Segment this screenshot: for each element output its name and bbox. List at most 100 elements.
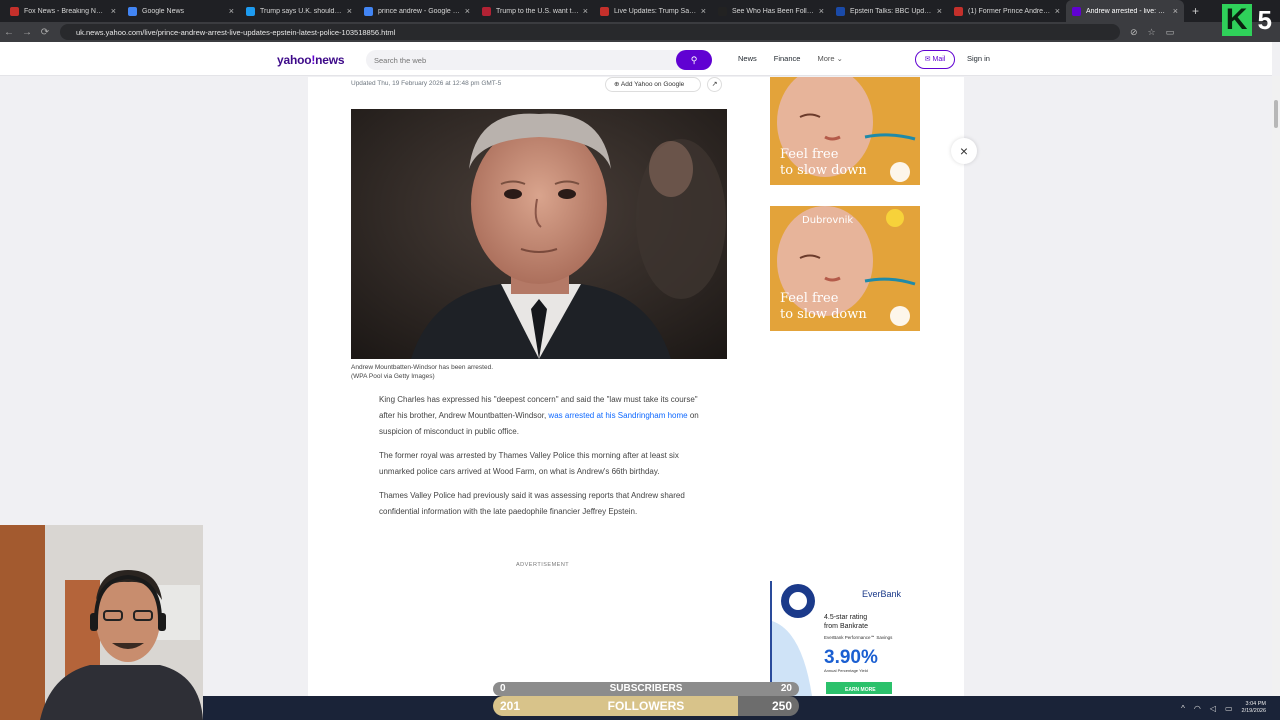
- tab-close-icon[interactable]: ×: [583, 6, 588, 16]
- subscribers-goal: 20: [780, 683, 792, 694]
- article-body: King Charles has expressed his "deepest …: [379, 392, 709, 528]
- browser-tab[interactable]: (1) Former Prince Andrew Arr ×: [948, 0, 1066, 22]
- sidepanel-icon[interactable]: ▭: [1166, 27, 1175, 38]
- tab-close-icon[interactable]: ×: [111, 6, 116, 16]
- volume-icon[interactable]: ◁: [1210, 704, 1216, 713]
- scrollbar-thumb[interactable]: [1274, 100, 1278, 128]
- system-tray: ^ ◠ ◁ ▭ 3:04 PM 2/19/2026: [1181, 701, 1266, 715]
- mail-label: Mail: [932, 56, 946, 63]
- photo-caption: Andrew Mountbatten-Windsor has been arre…: [351, 363, 493, 381]
- tray-chevron-icon[interactable]: ^: [1181, 704, 1185, 713]
- subscribers-goal-bar: 0 SUBSCRIBERS 20: [493, 682, 799, 696]
- browser-tab[interactable]: Fox News - Breaking News Updates ×: [4, 0, 122, 22]
- followers-label: FOLLOWERS: [607, 699, 685, 713]
- tab-favicon-icon: [128, 6, 137, 16]
- nav-news[interactable]: News: [738, 54, 757, 63]
- wifi-icon[interactable]: ◠: [1194, 704, 1201, 713]
- tab-close-icon[interactable]: ×: [465, 6, 470, 16]
- advertisement-label: ADVERTISEMENT: [516, 562, 570, 568]
- everbank-ad-art: EverBank 4.5-star rating from Bankrate E…: [772, 581, 920, 696]
- article-column: Updated Thu, 19 February 2026 at 12:48 p…: [308, 77, 964, 696]
- dubrovnik-ad-1[interactable]: Feel free to slow down: [770, 77, 920, 185]
- tab-favicon-icon: [600, 6, 609, 16]
- subscribers-label: SUBSCRIBERS: [609, 683, 683, 694]
- battery-icon[interactable]: ▭: [1225, 704, 1233, 713]
- browser-tab[interactable]: Andrew arrested - live: King's ob ×: [1066, 0, 1184, 22]
- tab-favicon-icon: [364, 6, 373, 16]
- yahoo-header: yahoo!news ⚲ News Finance More ⌄ ✉ Mail …: [0, 42, 1272, 76]
- paragraph-2: The former royal was arrested by Thames …: [379, 451, 679, 476]
- add-yahoo-on-google-button[interactable]: ⊕ Add Yahoo on Google: [605, 77, 701, 92]
- search-input[interactable]: [366, 50, 666, 71]
- share-button[interactable]: ↗: [707, 77, 722, 92]
- bookmark-star-icon[interactable]: ☆: [1148, 27, 1156, 38]
- ad2-line1: Feel free: [780, 291, 839, 306]
- share-icon: ↗: [711, 81, 718, 88]
- search-box: ⚲: [366, 50, 712, 71]
- tab-close-icon[interactable]: ×: [1055, 6, 1060, 16]
- search-button[interactable]: ⚲: [676, 50, 712, 70]
- site-settings-icon[interactable]: ⊘: [1130, 27, 1138, 38]
- address-bar-row: ← → ⟳ uk.news.yahoo.com/live/prince-andr…: [0, 22, 1280, 42]
- close-ad-button[interactable]: ×: [951, 138, 977, 164]
- browser-tab[interactable]: Live Updates: Trump Says U.S. ×: [594, 0, 712, 22]
- browser-tab[interactable]: See Who Has Been Followed ×: [712, 0, 830, 22]
- browser-tab[interactable]: Trump says U.K. should be fine ×: [240, 0, 358, 22]
- sign-in-link[interactable]: Sign in: [967, 54, 990, 63]
- nav-finance[interactable]: Finance: [774, 54, 801, 63]
- ad2-brand: Dubrovnik: [802, 215, 853, 226]
- tab-favicon-icon: [10, 6, 19, 16]
- back-button[interactable]: ←: [0, 27, 18, 38]
- tab-close-icon[interactable]: ×: [701, 6, 706, 16]
- followers-goal: 250: [771, 699, 792, 713]
- close-icon: ×: [959, 143, 969, 159]
- dubrovnik-ad-2[interactable]: Dubrovnik Feel free to slow down: [770, 206, 920, 331]
- everbank-brand: EverBank: [862, 589, 902, 599]
- reload-button[interactable]: ⟳: [36, 27, 54, 38]
- url-field[interactable]: uk.news.yahoo.com/live/prince-andrew-arr…: [60, 24, 1120, 40]
- yahoo-news-logo[interactable]: yahoo!news: [277, 53, 345, 67]
- browser-tab-strip: Fox News - Breaking News Updates×Google …: [0, 0, 1280, 22]
- tab-close-icon[interactable]: ×: [229, 6, 234, 16]
- everbank-rating-source: from Bankrate: [824, 623, 868, 630]
- browser-tab[interactable]: Trump to the U.S. want to go ×: [476, 0, 594, 22]
- page-scrollbar[interactable]: [1272, 76, 1280, 696]
- address-bar-icons: ⊘ ☆ ▭: [1130, 27, 1174, 38]
- forward-button[interactable]: →: [18, 27, 36, 38]
- tab-close-icon[interactable]: ×: [347, 6, 352, 16]
- browser-tab[interactable]: prince andrew - Google Search ×: [358, 0, 476, 22]
- tab-title: Epstein Talks: BBC Update: [850, 7, 933, 15]
- paragraph-3: Thames Valley Police had previously said…: [379, 491, 685, 516]
- tab-title: Trump says U.K. should be fine: [260, 7, 343, 15]
- tab-title: See Who Has Been Followed: [732, 7, 815, 15]
- webcam-scene: [0, 525, 203, 720]
- chevron-down-icon: ⌄: [836, 54, 843, 63]
- nav-more[interactable]: More ⌄: [817, 54, 842, 63]
- article-byline: Updated Thu, 19 February 2026 at 12:48 p…: [351, 80, 502, 87]
- sandringham-arrest-link[interactable]: was arrested at his Sandringham home: [548, 411, 687, 420]
- tab-favicon-icon: [246, 6, 255, 16]
- add-google-label: Add Yahoo on Google: [620, 81, 685, 88]
- search-icon: ⚲: [690, 55, 698, 65]
- mail-button[interactable]: ✉ Mail: [915, 50, 955, 69]
- mail-icon: ✉: [924, 56, 931, 63]
- tab-close-icon[interactable]: ×: [937, 6, 942, 16]
- tab-title: Live Updates: Trump Says U.S.: [614, 7, 697, 15]
- tab-close-icon[interactable]: ×: [1173, 6, 1178, 16]
- followers-goal-bar: 201 FOLLOWERS 250: [493, 696, 799, 716]
- browser-tab[interactable]: Google News ×: [122, 0, 240, 22]
- tab-favicon-icon: [836, 6, 845, 16]
- logo-news-text: news: [315, 53, 345, 67]
- article-photo: [351, 109, 727, 359]
- everbank-ad[interactable]: EverBank 4.5-star rating from Bankrate E…: [770, 581, 920, 696]
- tab-close-icon[interactable]: ×: [819, 6, 824, 16]
- browser-tab[interactable]: Epstein Talks: BBC Update ×: [830, 0, 948, 22]
- plus-icon: ⊕: [614, 81, 620, 88]
- new-tab-button[interactable]: +: [1192, 4, 1199, 18]
- tab-favicon-icon: [1072, 6, 1081, 16]
- everbank-cta[interactable]: EARN MORE: [845, 687, 876, 693]
- taskbar-clock[interactable]: 3:04 PM 2/19/2026: [1242, 701, 1266, 715]
- top-nav: News Finance More ⌄: [738, 54, 843, 63]
- tab-title: prince andrew - Google Search: [378, 7, 461, 15]
- tab-favicon-icon: [718, 6, 727, 16]
